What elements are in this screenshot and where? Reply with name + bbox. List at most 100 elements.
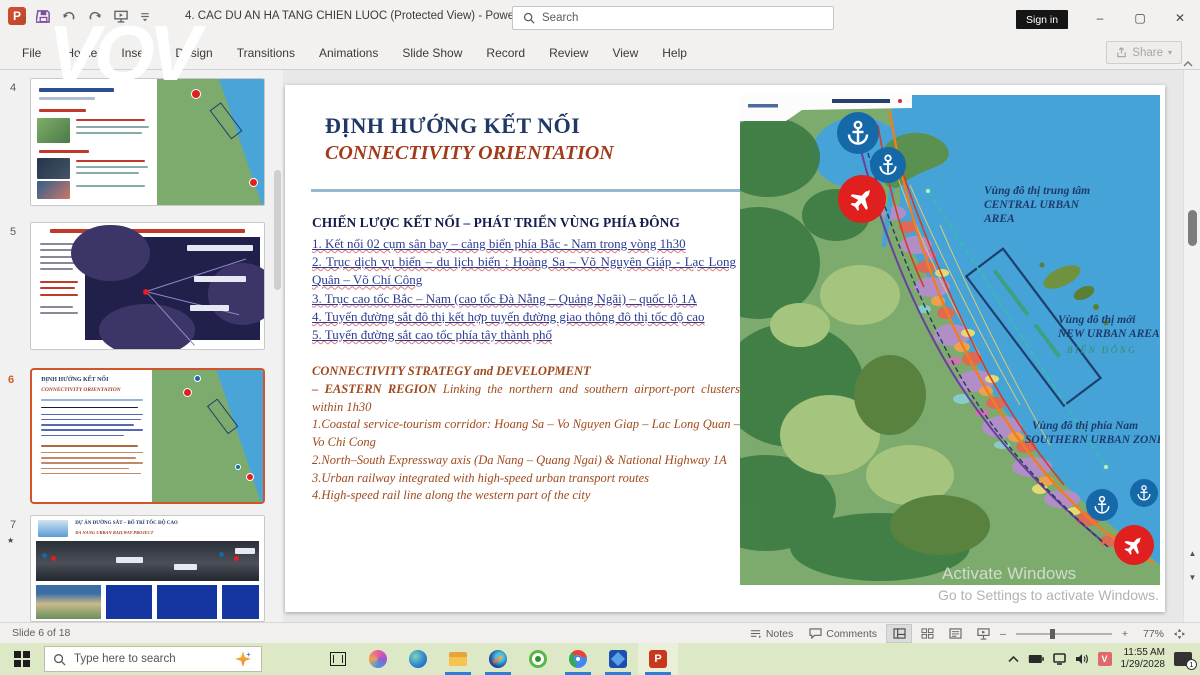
- slide-number-indicator: Slide 6 of 18: [12, 627, 70, 639]
- minimize-button[interactable]: –: [1080, 0, 1120, 36]
- tab-view[interactable]: View: [600, 36, 650, 70]
- copilot-icon: [369, 650, 387, 668]
- reading-view-icon: [949, 628, 962, 639]
- unikey-vietnamese-input-icon[interactable]: V: [1098, 652, 1112, 666]
- zoom-slider-thumb[interactable]: [1050, 629, 1055, 639]
- tab-review[interactable]: Review: [537, 36, 600, 70]
- slide-thumbnail-5[interactable]: [30, 222, 265, 350]
- normal-view-button[interactable]: [886, 624, 912, 643]
- english-strategy-block[interactable]: CONNECTIVITY STRATEGY and DEVELOPMENT – …: [312, 363, 740, 505]
- svg-text:Vùng đô thị mới: Vùng đô thị mới: [1058, 314, 1136, 326]
- vertical-scrollbar[interactable]: ▲ ▼: [1183, 70, 1200, 622]
- zoom-out-button[interactable]: –: [998, 623, 1008, 644]
- tab-record[interactable]: Record: [474, 36, 537, 70]
- tab-transitions[interactable]: Transitions: [225, 36, 307, 70]
- vn-list-item: 3. Trục cao tốc Bắc – Nam (cao tốc Đà Nẵ…: [312, 290, 736, 308]
- slide-title-vietnamese[interactable]: ĐỊNH HƯỚNG KẾT NỐI: [325, 113, 580, 139]
- thumbnail-number-7: 7: [4, 519, 22, 531]
- taskbar-search-placeholder: Type here to search: [74, 653, 176, 665]
- animation-indicator-star-icon: ★: [7, 536, 14, 545]
- slide-canvas[interactable]: ĐỊNH HƯỚNG KẾT NỐI CONNECTIVITY ORIENTAT…: [285, 85, 1165, 612]
- previous-slide-button[interactable]: ▲: [1187, 548, 1198, 559]
- taskbar-green-app-button[interactable]: [518, 643, 558, 675]
- vietnamese-strategy-list[interactable]: 1. Kết nối 02 cụm sân bay – cảng biển ph…: [312, 235, 736, 344]
- share-label: Share: [1132, 47, 1163, 59]
- taskbar-blue-app-button[interactable]: [598, 643, 638, 675]
- tab-help[interactable]: Help: [650, 36, 699, 70]
- en-list-item: 3.Urban railway integrated with high-spe…: [312, 470, 740, 488]
- action-center-icon[interactable]: 1: [1174, 652, 1192, 666]
- titlebar-search-box[interactable]: Search: [512, 6, 834, 30]
- collapse-ribbon-icon[interactable]: [1183, 60, 1193, 67]
- activate-windows-watermark-line1: Activate Windows: [942, 564, 1076, 584]
- share-icon: [1116, 47, 1127, 58]
- zoom-in-button[interactable]: +: [1120, 623, 1130, 644]
- port-marker-icon: [837, 112, 879, 154]
- battery-icon[interactable]: [1028, 654, 1044, 664]
- taskbar-chrome-button[interactable]: [558, 643, 598, 675]
- maximize-button[interactable]: ▢: [1120, 0, 1160, 36]
- start-button[interactable]: [0, 643, 44, 675]
- taskbar-search-box[interactable]: Type here to search: [44, 646, 262, 672]
- slide-title-english[interactable]: CONNECTIVITY ORIENTATION: [325, 142, 614, 165]
- windows-logo-icon: [14, 651, 30, 667]
- tab-animations[interactable]: Animations: [307, 36, 390, 70]
- photos-app-icon: [489, 650, 507, 668]
- taskbar-powerpoint-button[interactable]: P: [638, 643, 678, 675]
- close-button[interactable]: ✕: [1160, 0, 1200, 36]
- slide-thumbnail-7[interactable]: DỰ ÁN ĐƯỜNG SẮT – BỐ TRÍ TỐC ĐỘ CAO DA N…: [30, 515, 265, 622]
- chrome-icon: [569, 650, 587, 668]
- slide-thumbnail-6-selected[interactable]: ĐỊNH HƯỚNG KẾT NỐI CONNECTIVITY ORIENTAT…: [30, 368, 265, 504]
- document-title: 4. CAC DU AN HA TANG CHIEN LUOC (Protect…: [185, 10, 534, 22]
- powerpoint-icon: P: [649, 650, 667, 668]
- windows-search-highlights-icon: [235, 651, 251, 667]
- clock-time: 11:55 AM: [1121, 647, 1166, 660]
- taskbar-edge-button[interactable]: [398, 643, 438, 675]
- scrollbar-thumb[interactable]: [1188, 210, 1197, 246]
- english-intro-line: – EASTERN REGION Linking the northern an…: [312, 381, 740, 417]
- speaker-icon[interactable]: [1075, 653, 1089, 665]
- taskbar-clock[interactable]: 11:55 AM 1/29/2028: [1121, 647, 1166, 672]
- share-dropdown-chevron-icon: ▾: [1168, 48, 1172, 57]
- thumbnail-5-map: [85, 237, 260, 340]
- comments-button[interactable]: Comments: [802, 623, 884, 644]
- titlebar-search-placeholder: Search: [542, 12, 578, 24]
- zoom-level-value[interactable]: 77%: [1132, 628, 1164, 640]
- port-marker-icon: [1130, 479, 1158, 507]
- taskbar-copilot-button[interactable]: [358, 643, 398, 675]
- thumbnail-number-5: 5: [4, 226, 22, 238]
- thumbnail-7-title-en: DA NANG URBAN RAILWAY PROJECT: [75, 530, 153, 535]
- blue-app-icon: [609, 650, 627, 668]
- taskbar-photos-button[interactable]: [478, 643, 518, 675]
- next-slide-button[interactable]: ▼: [1187, 572, 1198, 583]
- fit-slide-to-window-button[interactable]: [1166, 624, 1192, 643]
- slide-sorter-view-button[interactable]: [914, 624, 940, 643]
- en-list-item: 1.Coastal service-tourism corridor: Hoan…: [312, 416, 740, 452]
- activate-windows-watermark-line2: Go to Settings to activate Windows.: [938, 587, 1159, 603]
- port-marker-icon: [1086, 489, 1118, 521]
- thumbnail-panel-scrollbar[interactable]: [274, 170, 281, 290]
- thumbnail-number-4: 4: [4, 82, 22, 94]
- danang-planning-map[interactable]: BIỂN ĐÔNG Vùng đô thị trung tâm CENTRAL …: [740, 95, 1160, 585]
- windows-taskbar: Type here to search P V 11:55 AM 1/29/20…: [0, 643, 1200, 675]
- tab-slideshow[interactable]: Slide Show: [390, 36, 474, 70]
- taskbar-file-explorer-button[interactable]: [438, 643, 478, 675]
- vn-list-item: 1. Kết nối 02 cụm sân bay – cảng biển ph…: [312, 235, 736, 253]
- share-button[interactable]: Share ▾: [1106, 41, 1182, 64]
- svg-text:SOUTHERN URBAN ZONE: SOUTHERN URBAN ZONE: [1025, 434, 1160, 446]
- svg-text:CENTRAL URBAN: CENTRAL URBAN: [984, 199, 1080, 211]
- tray-display-icon[interactable]: [1053, 653, 1066, 665]
- file-explorer-icon: [449, 652, 467, 666]
- vietnamese-section-header[interactable]: CHIẾN LƯỢC KẾT NỐI – PHÁT TRIỂN VÙNG PHÍ…: [312, 215, 736, 231]
- fit-to-window-icon: [1173, 628, 1186, 640]
- tab-file[interactable]: File: [10, 36, 53, 70]
- reading-view-button[interactable]: [942, 624, 968, 643]
- slideshow-view-button[interactable]: [970, 624, 996, 643]
- tray-expand-chevron-icon[interactable]: [1008, 655, 1019, 663]
- slide-thumbnail-panel: 4: [0, 70, 283, 622]
- zoom-slider[interactable]: [1016, 633, 1112, 635]
- en-list-item: 2.North–South Expressway axis (Da Nang –…: [312, 452, 740, 470]
- task-view-button[interactable]: [318, 643, 358, 675]
- notes-button[interactable]: Notes: [742, 623, 800, 644]
- sign-in-button[interactable]: Sign in: [1016, 10, 1068, 29]
